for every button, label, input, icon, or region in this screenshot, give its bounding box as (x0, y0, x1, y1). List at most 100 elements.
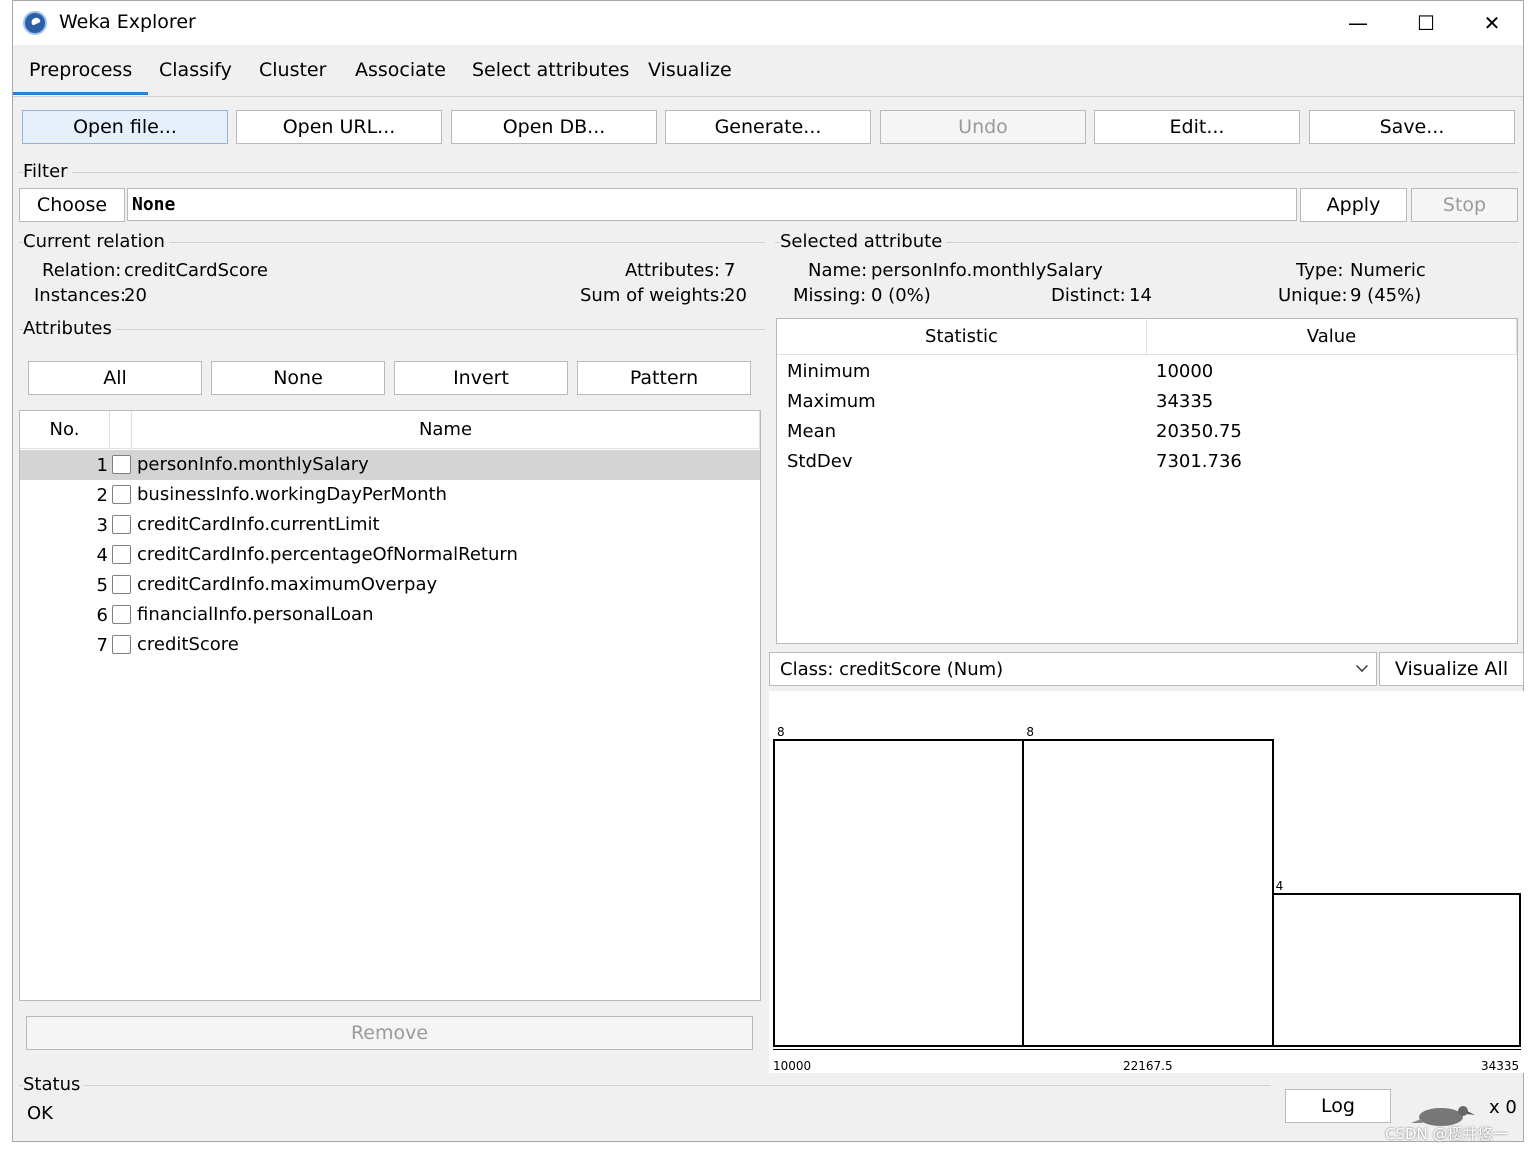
attr-name-label: Name: (808, 260, 868, 281)
filter-stop-button[interactable]: Stop (1411, 188, 1518, 222)
stat-value: 20350.75 (1156, 421, 1242, 442)
row-number: 5 (96, 575, 108, 596)
attr-type-label: Type: (1296, 260, 1344, 281)
window-title: Weka Explorer (59, 11, 196, 33)
pattern-button[interactable]: Pattern (577, 361, 751, 395)
row-number: 7 (96, 635, 108, 656)
row-checkbox[interactable] (112, 605, 131, 624)
row-name: creditCardInfo.currentLimit (137, 514, 380, 535)
table-row[interactable]: 4 creditCardInfo.percentageOfNormalRetur… (20, 540, 760, 570)
row-name: creditScore (137, 634, 239, 655)
select-all-button[interactable]: All (28, 361, 202, 395)
stat-value: 10000 (1156, 361, 1214, 382)
minimize-button[interactable]: — (1325, 1, 1391, 45)
tab-select-attributes[interactable]: Select attributes (472, 59, 629, 95)
table-row[interactable]: 1 personInfo.monthlySalary (20, 450, 760, 480)
status-text: OK (27, 1103, 53, 1124)
selected-attribute-label: Selected attribute (780, 231, 947, 252)
filter-choose-button[interactable]: Choose (19, 188, 125, 222)
attributes-count-label: Attributes: (625, 260, 720, 281)
attributes-label: Attributes (23, 318, 116, 339)
row-checkbox[interactable] (112, 635, 131, 654)
attr-missing-value: 0 (0%) (871, 285, 931, 306)
filter-field[interactable]: None (127, 188, 1297, 221)
x-tick-label: 22167.5 (1123, 1059, 1173, 1073)
row-name: creditCardInfo.percentageOfNormalReturn (137, 544, 518, 565)
invert-button[interactable]: Invert (394, 361, 568, 395)
row-name: businessInfo.workingDayPerMonth (137, 484, 447, 505)
stat-name: Mean (787, 421, 837, 442)
log-button[interactable]: Log (1285, 1089, 1391, 1123)
table-row[interactable]: 7 creditScore (20, 630, 760, 660)
bar-value-label: 8 (777, 725, 785, 739)
class-select[interactable]: Class: creditScore (Num) (769, 652, 1377, 686)
tab-classify[interactable]: Classify (159, 59, 232, 95)
open-url-button[interactable]: Open URL... (236, 110, 442, 144)
row-number: 6 (96, 605, 108, 626)
maximize-button[interactable]: ☐ (1393, 1, 1459, 45)
weka-explorer-window: Weka Explorer — ☐ ✕ Preprocess Classify … (12, 0, 1525, 1143)
stat-value: 7301.736 (1156, 451, 1242, 472)
row-checkbox[interactable] (112, 455, 131, 474)
attributes-table: No. Name 1 personInfo.monthlySalary 2 bu… (19, 410, 761, 1001)
current-relation-label: Current relation (23, 231, 169, 252)
attr-name-value: personInfo.monthlySalary (871, 260, 1103, 281)
row-number: 1 (96, 455, 108, 476)
attr-type-value: Numeric (1350, 260, 1426, 281)
bar-value-label: 4 (1275, 879, 1284, 893)
stat-name: Minimum (787, 361, 871, 382)
close-button[interactable]: ✕ (1459, 1, 1525, 45)
generate-button[interactable]: Generate... (665, 110, 871, 144)
tab-preprocess[interactable]: Preprocess (13, 59, 149, 95)
select-none-button[interactable]: None (211, 361, 385, 395)
attr-unique-value: 9 (45%) (1350, 285, 1422, 306)
watermark: CSDN @樱井悠一 (1385, 1125, 1508, 1143)
column-header-statistic[interactable]: Statistic (777, 319, 1147, 355)
table-row[interactable]: 5 creditCardInfo.maximumOverpay (20, 570, 760, 600)
sum-of-weights-value: 20 (724, 285, 747, 306)
row-checkbox[interactable] (112, 545, 131, 564)
class-select-value: Class: creditScore (Num) (780, 659, 1004, 680)
row-checkbox[interactable] (112, 575, 131, 594)
remove-button[interactable]: Remove (26, 1016, 753, 1050)
relation-label: Relation: (42, 260, 122, 281)
tab-visualize[interactable]: Visualize (648, 59, 732, 95)
weka-bird-icon (23, 11, 47, 35)
stat-name: StdDev (787, 451, 853, 472)
status-divider (19, 1085, 1271, 1086)
edit-button[interactable]: Edit... (1094, 110, 1300, 144)
instances-label: Instances: (34, 285, 127, 306)
title-bar: Weka Explorer — ☐ ✕ (13, 1, 1523, 45)
task-count: x 0 (1489, 1097, 1517, 1118)
histogram: 8 8 4 10000 22167.5 34335 (769, 691, 1525, 1073)
row-checkbox[interactable] (112, 485, 131, 504)
row-number: 3 (96, 515, 108, 536)
save-button[interactable]: Save... (1309, 110, 1515, 144)
column-header-no[interactable]: No. (20, 411, 110, 449)
filter-apply-button[interactable]: Apply (1300, 188, 1407, 222)
column-header-check[interactable] (110, 411, 132, 449)
row-checkbox[interactable] (112, 515, 131, 534)
open-file-button[interactable]: Open file... (22, 110, 228, 144)
visualize-all-button[interactable]: Visualize All (1379, 652, 1524, 686)
open-db-button[interactable]: Open DB... (451, 110, 657, 144)
histogram-bar (1022, 739, 1274, 1047)
undo-button[interactable]: Undo (880, 110, 1086, 144)
sum-of-weights-label: Sum of weights: (580, 285, 726, 306)
tab-cluster[interactable]: Cluster (259, 59, 326, 95)
table-row[interactable]: 6 financialInfo.personalLoan (20, 600, 760, 630)
statistics-table: Statistic Value Minimum 10000 Maximum 34… (776, 318, 1518, 644)
histogram-bar (1271, 893, 1521, 1047)
column-header-value[interactable]: Value (1147, 319, 1517, 355)
tab-associate[interactable]: Associate (355, 59, 446, 95)
status-label: Status (23, 1074, 85, 1095)
tab-bar: Preprocess Classify Cluster Associate Se… (13, 45, 1523, 97)
table-row[interactable]: 3 creditCardInfo.currentLimit (20, 510, 760, 540)
row-name: financialInfo.personalLoan (137, 604, 374, 625)
column-header-name[interactable]: Name (132, 411, 760, 449)
attributes-count-value: 7 (724, 260, 736, 281)
filter-divider (19, 172, 1519, 173)
row-name: creditCardInfo.maximumOverpay (137, 574, 438, 595)
stat-value: 34335 (1156, 391, 1214, 412)
table-row[interactable]: 2 businessInfo.workingDayPerMonth (20, 480, 760, 510)
